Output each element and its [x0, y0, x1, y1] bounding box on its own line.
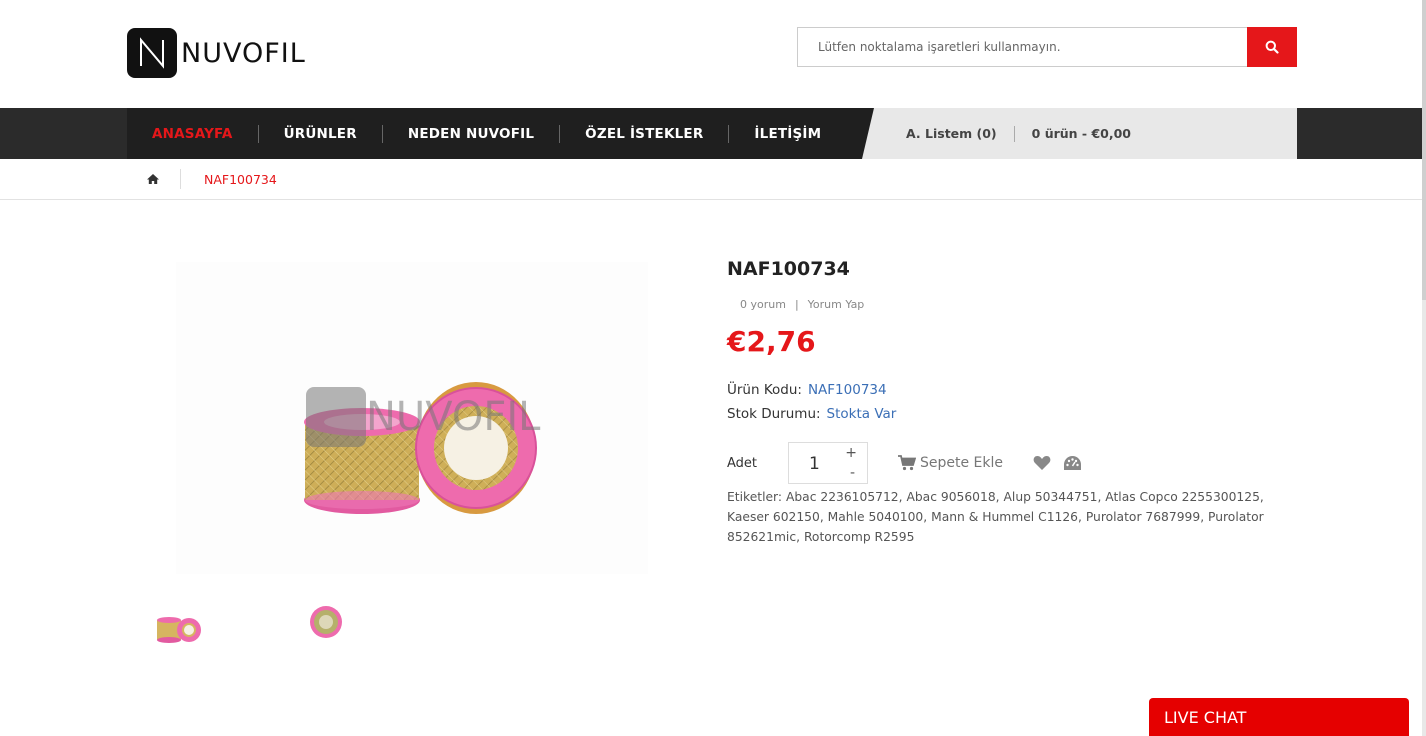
tag-link[interactable]: Mann & Hummel C1126	[931, 510, 1078, 524]
tag-link[interactable]: Abac 2236105712	[786, 490, 899, 504]
nav-divider	[728, 124, 730, 143]
cart-divider	[1013, 125, 1015, 142]
wishlist-heart-icon[interactable]	[1033, 455, 1051, 471]
quantity-label: Adet	[727, 455, 758, 471]
live-chat-button[interactable]: LIVE CHAT	[1149, 698, 1409, 736]
nav-inner: ANASAYFA ÜRÜNLER NEDEN NUVOFIL ÖZEL İSTE…	[127, 108, 1297, 159]
stock-status-row: Stok Durumu: Stokta Var	[727, 406, 896, 422]
nav-divider	[559, 124, 561, 143]
nav-item-iletisim[interactable]: İLETİŞİM	[754, 126, 821, 142]
image-watermark-text: NUVOFIL	[366, 394, 541, 440]
product-main-image[interactable]: NUVOFIL	[176, 262, 648, 574]
cart-area: A. Listem (0) 0 ürün - €0,00	[862, 108, 1297, 159]
reviews-count-link[interactable]: 0 yorum	[740, 298, 786, 311]
search-button[interactable]	[1247, 27, 1297, 67]
main-navbar: ANASAYFA ÜRÜNLER NEDEN NUVOFIL ÖZEL İSTE…	[0, 108, 1422, 159]
nav-item-neden-nuvofil[interactable]: NEDEN NUVOFIL	[408, 126, 534, 142]
product-price: €2,76	[727, 325, 816, 358]
cart-icon	[898, 455, 916, 471]
home-icon[interactable]	[146, 172, 160, 186]
product-tags: Etiketler: Abac 2236105712, Abac 9056018…	[727, 490, 1264, 544]
product-code-value[interactable]: NAF100734	[808, 382, 887, 398]
main-menu: ANASAYFA ÜRÜNLER NEDEN NUVOFIL ÖZEL İSTE…	[127, 108, 821, 159]
search-input[interactable]	[797, 27, 1247, 67]
logo-n-icon	[127, 28, 177, 78]
quantity-increase-button[interactable]: +	[845, 445, 857, 461]
add-to-cart-button[interactable]: Sepete Ekle	[898, 455, 1003, 471]
nav-divider	[257, 124, 259, 143]
breadcrumb-divider	[180, 169, 181, 189]
nav-item-urunler[interactable]: ÜRÜNLER	[284, 126, 357, 142]
search-bar	[797, 27, 1297, 67]
product-thumbnail[interactable]	[296, 598, 356, 648]
review-divider: |	[794, 298, 799, 311]
tag-link[interactable]: Rotorcomp R2595	[804, 530, 914, 544]
scrollbar-thumb[interactable]	[1422, 0, 1426, 300]
tags-label: Etiketler:	[727, 490, 783, 504]
site-logo[interactable]: NUVOFIL	[127, 28, 306, 78]
tag-link[interactable]: Mahle 5040100	[828, 510, 924, 524]
nav-item-anasayfa[interactable]: ANASAYFA	[152, 126, 233, 142]
nav-divider	[381, 124, 383, 143]
product-thumbnail[interactable]	[146, 598, 210, 654]
logo-text: NUVOFIL	[181, 37, 306, 69]
tag-link[interactable]: Alup 50344751	[1004, 490, 1098, 504]
product-title: NAF100734	[727, 258, 850, 280]
cart-summary-link[interactable]: 0 ürün - €0,00	[1032, 126, 1131, 141]
tag-link[interactable]: Purolator 7687999	[1086, 510, 1200, 524]
product-code-row: Ürün Kodu: NAF100734	[727, 382, 887, 398]
add-to-cart-label: Sepete Ekle	[920, 455, 1004, 471]
breadcrumb: NAF100734	[0, 159, 1422, 200]
tag-link[interactable]: Abac 9056018	[906, 490, 995, 504]
search-icon	[1265, 40, 1279, 54]
compare-gauge-icon[interactable]	[1063, 455, 1082, 471]
quantity-decrease-button[interactable]: -	[850, 465, 855, 481]
wishlist-link[interactable]: A. Listem (0)	[906, 126, 997, 141]
stock-status-value: Stokta Var	[826, 406, 897, 422]
review-row: 0 yorum | Yorum Yap	[740, 298, 864, 311]
nav-item-ozel-istekler[interactable]: ÖZEL İSTEKLER	[585, 126, 703, 142]
write-review-link[interactable]: Yorum Yap	[808, 298, 865, 311]
stock-status-label: Stok Durumu:	[727, 406, 821, 422]
product-code-label: Ürün Kodu:	[727, 382, 802, 398]
scrollbar[interactable]	[1422, 0, 1426, 736]
tag-link[interactable]: Atlas Copco 2255300125	[1105, 490, 1260, 504]
quantity-row: Adet 1 + - Sepete Ekle	[727, 442, 1082, 484]
watermark-logo-icon	[306, 387, 366, 447]
breadcrumb-current[interactable]: NAF100734	[204, 172, 277, 187]
quantity-stepper: 1 + -	[788, 442, 868, 484]
tag-link[interactable]: Kaeser 602150	[727, 510, 820, 524]
quantity-input[interactable]: 1	[809, 454, 820, 474]
